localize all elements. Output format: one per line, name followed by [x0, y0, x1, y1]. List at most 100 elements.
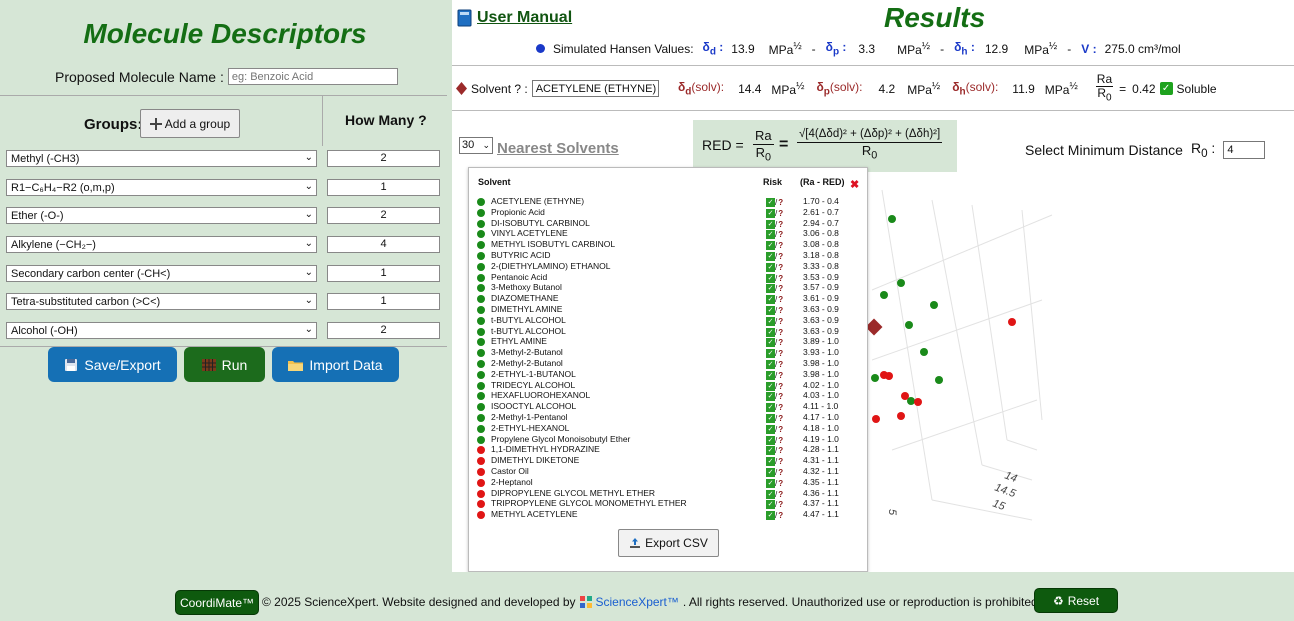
solvent-name: t-BUTYL ALCOHOL	[491, 314, 566, 325]
solvent-name: 2-(DIETHYLAMINO) ETHANOL	[491, 260, 611, 271]
user-manual-link[interactable]: User Manual	[457, 9, 572, 27]
sciencexpert-link[interactable]: ScienceXpert™	[596, 595, 679, 609]
divider	[452, 65, 1294, 66]
col-ra-header: (Ra - RED)	[800, 177, 845, 187]
table-row[interactable]: METHYL ISOBUTYL CARBINOL ✓ /? 3.08 - 0.8	[477, 239, 857, 251]
chevron-down-icon: ⌄	[304, 238, 313, 249]
table-row[interactable]: Castor Oil ✓ /? 4.32 - 1.1	[477, 466, 857, 477]
nearest-count-select[interactable]: 30 ⌄	[459, 137, 493, 154]
table-row[interactable]: DIPROPYLENE GLYCOL METHYL ETHER ✓ /? 4.36 -…	[477, 488, 857, 499]
soluble-checkbox[interactable]: ✓	[1159, 82, 1173, 96]
table-row[interactable]: t-BUTYL ALCOHOL ✓ /? 3.63 - 0.9	[477, 315, 857, 326]
rights-text: . All rights reserved. Unauthorized use …	[682, 595, 1042, 609]
group-select[interactable]: Secondary carbon center (-CH<) ⌄	[6, 265, 317, 282]
table-row[interactable]: 3-Methoxy Butanol ✓ /? 3.57 - 0.9	[477, 282, 857, 294]
status-dot-green-icon	[477, 316, 485, 325]
group-row: Alcohol (-OH) ⌄ 2	[6, 322, 440, 340]
ra-red-value: 3.63 - 0.9	[803, 325, 839, 336]
group-row: Methyl (-CH3) ⌄ 2	[6, 150, 440, 168]
groups-divider	[322, 96, 323, 146]
min-distance-row: Select Minimum Distance R0 : 4	[1025, 140, 1266, 160]
table-row[interactable]: TRIPROPYLENE GLYCOL MONOMETHYL ETHER ✓ /? 4…	[477, 498, 857, 510]
group-count-input[interactable]: 2	[327, 150, 440, 167]
grid-icon	[201, 358, 216, 371]
table-row[interactable]: HEXAFLUOROHEXANOL ✓ /? 4.03 - 1.0	[477, 390, 857, 402]
status-dot-red-icon	[477, 468, 485, 476]
table-row[interactable]: ACETYLENE (ETHYNE) ✓ /? 1.70 - 0.4	[477, 196, 857, 207]
molecule-name-row: Proposed Molecule Name :	[55, 68, 398, 85]
checkbox-icon: ✓	[766, 414, 775, 423]
reset-button[interactable]: ♻ Reset	[1034, 588, 1118, 613]
solvent-name: TRIPROPYLENE GLYCOL MONOMETHYL ETHER	[491, 498, 687, 509]
checkbox-icon: ✓	[766, 457, 775, 467]
table-row[interactable]: VINYL ACETYLENE ✓ /? 3.06 - 0.8	[477, 228, 857, 240]
group-row: Secondary carbon center (-CH<) ⌄ 1	[6, 265, 440, 283]
unit-label: MPa½	[897, 40, 931, 57]
group-select-value: Alkylene (−CH₂−)	[11, 239, 96, 251]
soluble-label: Soluble	[1176, 81, 1217, 96]
table-row[interactable]: Propionic Acid ✓ /? 2.61 - 0.7	[477, 207, 857, 218]
checkbox-icon: ✓	[766, 360, 775, 369]
group-count-input[interactable]: 1	[327, 293, 440, 310]
solvent-name: 2-ETHYL-HEXANOL	[491, 422, 570, 433]
table-row[interactable]: DI-ISOBUTYL CARBINOL ✓ /? 2.94 - 0.7	[477, 218, 857, 229]
group-select[interactable]: Alkylene (−CH₂−) ⌄	[6, 236, 317, 253]
groups-label: Groups:	[84, 116, 143, 133]
group-count-input[interactable]: 2	[327, 207, 440, 224]
group-count-input[interactable]: 1	[327, 179, 440, 196]
table-row[interactable]: DIAZOMETHANE ✓ /? 3.61 - 0.9	[477, 293, 857, 305]
table-row[interactable]: ETHYL AMINE ✓ /? 3.89 - 1.0	[477, 336, 857, 348]
table-row[interactable]: t-BUTYL ALCOHOL ✓ /? 3.63 - 0.9	[477, 326, 857, 337]
chevron-down-icon: ⌄	[304, 267, 313, 278]
table-row[interactable]: TRIDECYL ALCOHOL ✓ /? 4.02 - 1.0	[477, 380, 857, 391]
table-row[interactable]: Propylene Glycol Monoisobutyl Ether ✓ /? 4.…	[477, 434, 857, 445]
group-count-input[interactable]: 2	[327, 322, 440, 339]
table-row[interactable]: Pentanoic Acid ✓ /? 3.53 - 0.9	[477, 272, 857, 283]
simulated-hansen-row: Simulated Hansen Values: δd : 13.9 MPa½ …	[536, 40, 1181, 57]
save-export-label: Save/Export	[84, 356, 161, 373]
solvent-name: ACETYLENE (ETHYNE)	[491, 196, 585, 206]
group-select-value: Tetra-substituted carbon (>C<)	[11, 296, 161, 308]
ra-r0-value: 0.42	[1132, 81, 1156, 96]
separator: -	[811, 41, 816, 56]
nearest-solvents-label[interactable]: Nearest Solvents	[497, 140, 619, 157]
question-icon[interactable]: ?	[778, 510, 783, 521]
group-count-input[interactable]: 1	[327, 265, 440, 282]
group-select[interactable]: Methyl (-CH3) ⌄	[6, 150, 317, 167]
status-dot-green-icon	[477, 327, 485, 336]
close-icon[interactable]: ✖	[850, 178, 859, 191]
checkbox-icon: ✓	[766, 349, 775, 359]
group-select[interactable]: Tetra-substituted carbon (>C<) ⌄	[6, 293, 317, 310]
group-select[interactable]: Ether (-O-) ⌄	[6, 207, 317, 224]
run-button[interactable]: Run	[184, 347, 265, 382]
table-row[interactable]: BUTYRIC ACID ✓ /? 3.18 - 0.8	[477, 250, 857, 261]
molecule-name-input[interactable]	[227, 68, 398, 85]
min-distance-input[interactable]: 4	[1223, 140, 1266, 159]
delta-d-symbol: δd :	[702, 40, 724, 58]
group-count-input[interactable]: 4	[327, 236, 440, 253]
table-row[interactable]: ISOOCTYL ALCOHOL ✓ /? 4.11 - 1.0	[477, 401, 857, 413]
save-export-button[interactable]: Save/Export	[48, 347, 177, 382]
table-row[interactable]: 1,1-DIMETHYL HYDRAZINE ✓ /? 4.28 - 1.1	[477, 444, 857, 456]
table-row[interactable]: 2-Methyl-1-Pentanol ✓ /? 4.17 - 1.0	[477, 412, 857, 423]
table-row[interactable]: 2-Methyl-2-Butanol ✓ /? 3.98 - 1.0	[477, 358, 857, 369]
table-row[interactable]: 2-ETHYL-HEXANOL ✓ /? 4.18 - 1.0	[477, 423, 857, 434]
table-row[interactable]: DIMETHYL DIKETONE ✓ /? 4.31 - 1.1	[477, 455, 857, 467]
table-row[interactable]: METHYL ACETYLENE ✓ /? 4.47 - 1.1	[477, 509, 857, 521]
coordimate-badge[interactable]: CoordiMate™	[175, 590, 259, 615]
export-csv-button[interactable]: Export CSV	[618, 529, 719, 557]
status-dot-red-icon	[477, 457, 485, 466]
solvent-input[interactable]: ACETYLENE (ETHYNE)	[531, 80, 659, 97]
slash-separator: /	[775, 511, 778, 521]
table-row[interactable]: DIMETHYL AMINE ✓ /? 3.63 - 0.9	[477, 304, 857, 315]
table-row[interactable]: 2-ETHYL-1-BUTANOL ✓ /? 3.98 - 1.0	[477, 369, 857, 380]
add-group-button[interactable]: Add a group	[140, 109, 240, 138]
book-icon	[457, 9, 472, 27]
group-select[interactable]: Alcohol (-OH) ⌄	[6, 322, 317, 339]
import-data-button[interactable]: Import Data	[272, 347, 399, 382]
table-row[interactable]: 3-Methyl-2-Butanol ✓ /? 3.93 - 1.0	[477, 347, 857, 359]
table-row[interactable]: 2-Heptanol ✓ /? 4.35 - 1.1	[477, 477, 857, 488]
table-row[interactable]: 2-(DIETHYLAMINO) ETHANOL ✓ /? 3.33 - 0.8	[477, 261, 857, 272]
import-data-label: Import Data	[309, 356, 383, 373]
group-select[interactable]: R1−C₆H₄−R2 (o,m,p) ⌄	[6, 179, 317, 196]
